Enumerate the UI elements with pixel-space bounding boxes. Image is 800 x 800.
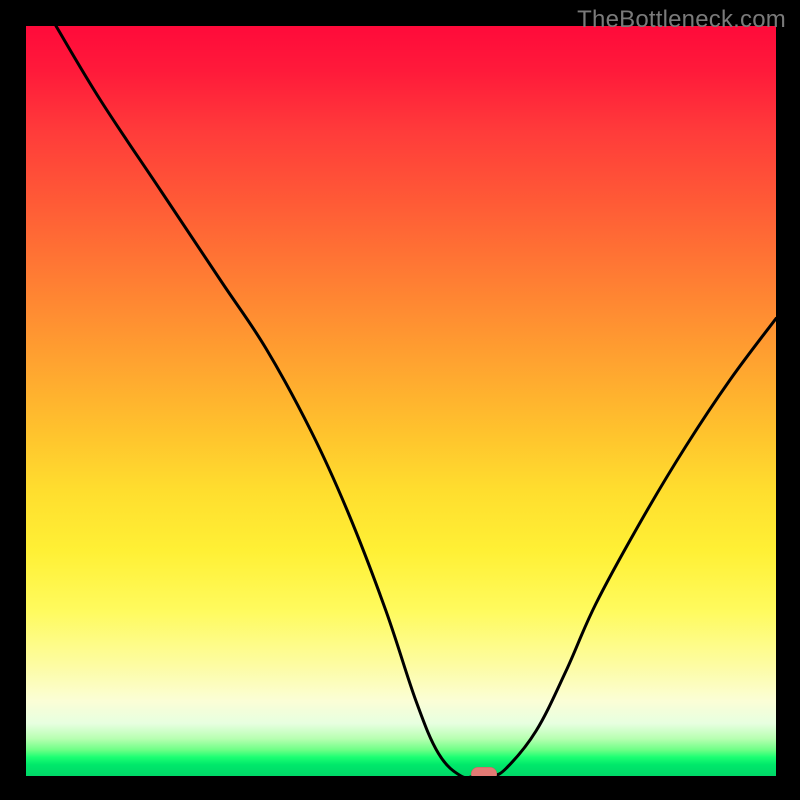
curve-path xyxy=(56,26,776,776)
watermark-text: TheBottleneck.com xyxy=(577,6,786,34)
optimum-marker xyxy=(471,767,497,776)
bottleneck-curve xyxy=(26,26,776,776)
chart-frame: TheBottleneck.com xyxy=(0,0,800,800)
plot-area xyxy=(26,26,776,776)
